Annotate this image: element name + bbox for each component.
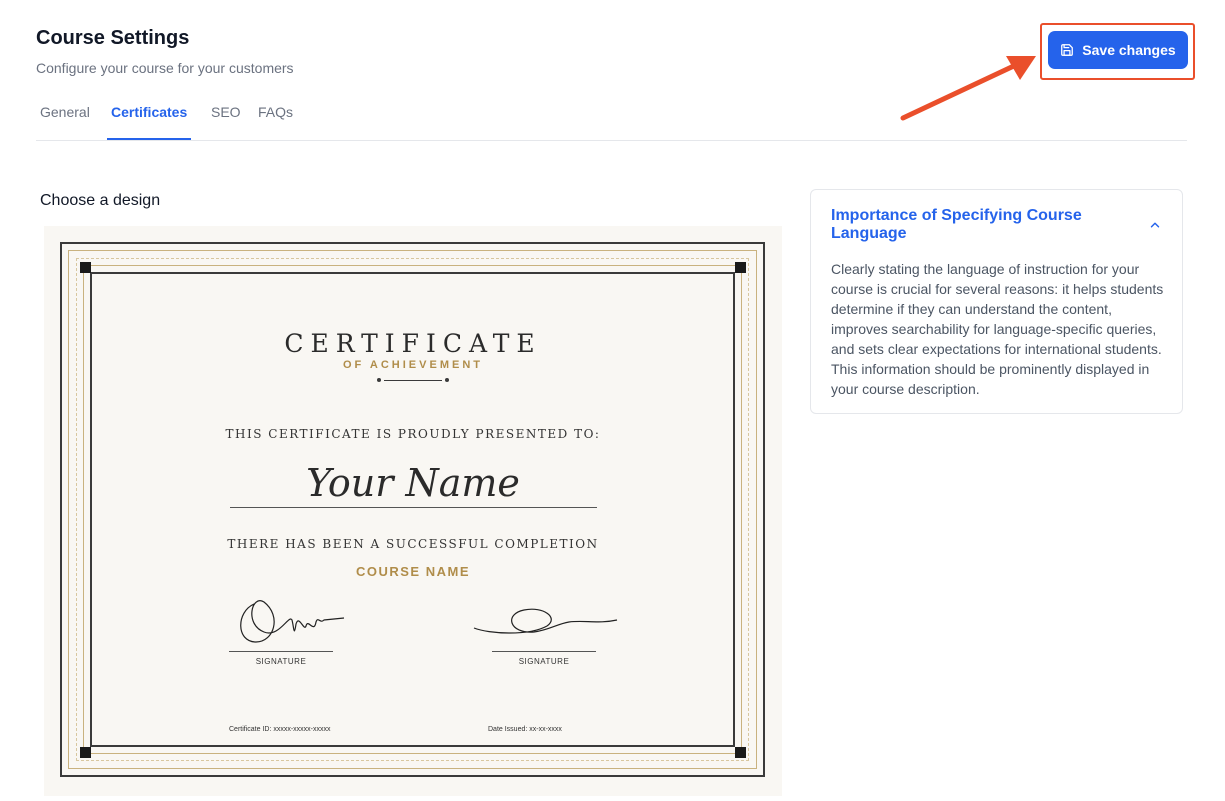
chevron-up-icon[interactable] — [1148, 218, 1162, 232]
signature-label-left: SIGNATURE — [255, 657, 307, 666]
certificate-date-issued: Date Issued: xx-xx-xxxx — [488, 726, 562, 733]
info-card-body: Clearly stating the language of instruct… — [831, 261, 1164, 397]
tab-general[interactable]: General — [36, 96, 94, 140]
tab-faqs[interactable]: FAQs — [254, 96, 297, 140]
tab-certificates[interactable]: Certificates — [107, 96, 192, 140]
divider-dot — [445, 378, 449, 382]
page-subtitle: Configure your course for your customers — [36, 60, 294, 76]
tab-seo[interactable]: SEO — [207, 96, 245, 140]
signature-line-left — [229, 651, 333, 652]
save-button-label: Save changes — [1082, 42, 1176, 58]
info-card: Importance of Specifying Course Language… — [810, 189, 1183, 414]
certificate-id: Certificate ID: xxxxx-xxxxx-xxxxx — [229, 726, 331, 733]
info-card-title[interactable]: Importance of Specifying Course Language — [831, 207, 1091, 243]
design-label: Choose a design — [40, 192, 161, 209]
page-title: Course Settings — [36, 27, 190, 49]
save-icon — [1061, 44, 1074, 56]
signature-label-right: SIGNATURE — [518, 657, 570, 666]
certificate-completion-text: THERE HAS BEEN A SUCCESSFUL COMPLETION — [227, 537, 599, 551]
corner-ornament — [735, 262, 746, 273]
certificate-preview[interactable]: CERTIFICATE OF ACHIEVEMENT THIS CERTIFIC… — [44, 226, 782, 796]
pointer-arrow — [900, 56, 1036, 121]
name-underline — [230, 507, 597, 508]
signature-right-image — [473, 608, 618, 634]
certificate-presented-text: THIS CERTIFICATE IS PROUDLY PRESENTED TO… — [225, 427, 601, 441]
signature-left-image — [240, 600, 345, 643]
certificate-recipient-name: Your Name — [306, 461, 520, 505]
corner-ornament — [80, 262, 91, 273]
corner-ornament — [735, 747, 746, 758]
certificate-title: CERTIFICATE — [284, 329, 542, 358]
save-button[interactable]: Save changes — [1048, 31, 1188, 69]
certificate-course-name: COURSE NAME — [355, 564, 470, 579]
certificate-divider — [384, 380, 442, 381]
certificate-subtitle: OF ACHIEVEMENT — [343, 359, 483, 371]
signature-line-right — [492, 651, 596, 652]
divider-dot — [377, 378, 381, 382]
corner-ornament — [80, 747, 91, 758]
